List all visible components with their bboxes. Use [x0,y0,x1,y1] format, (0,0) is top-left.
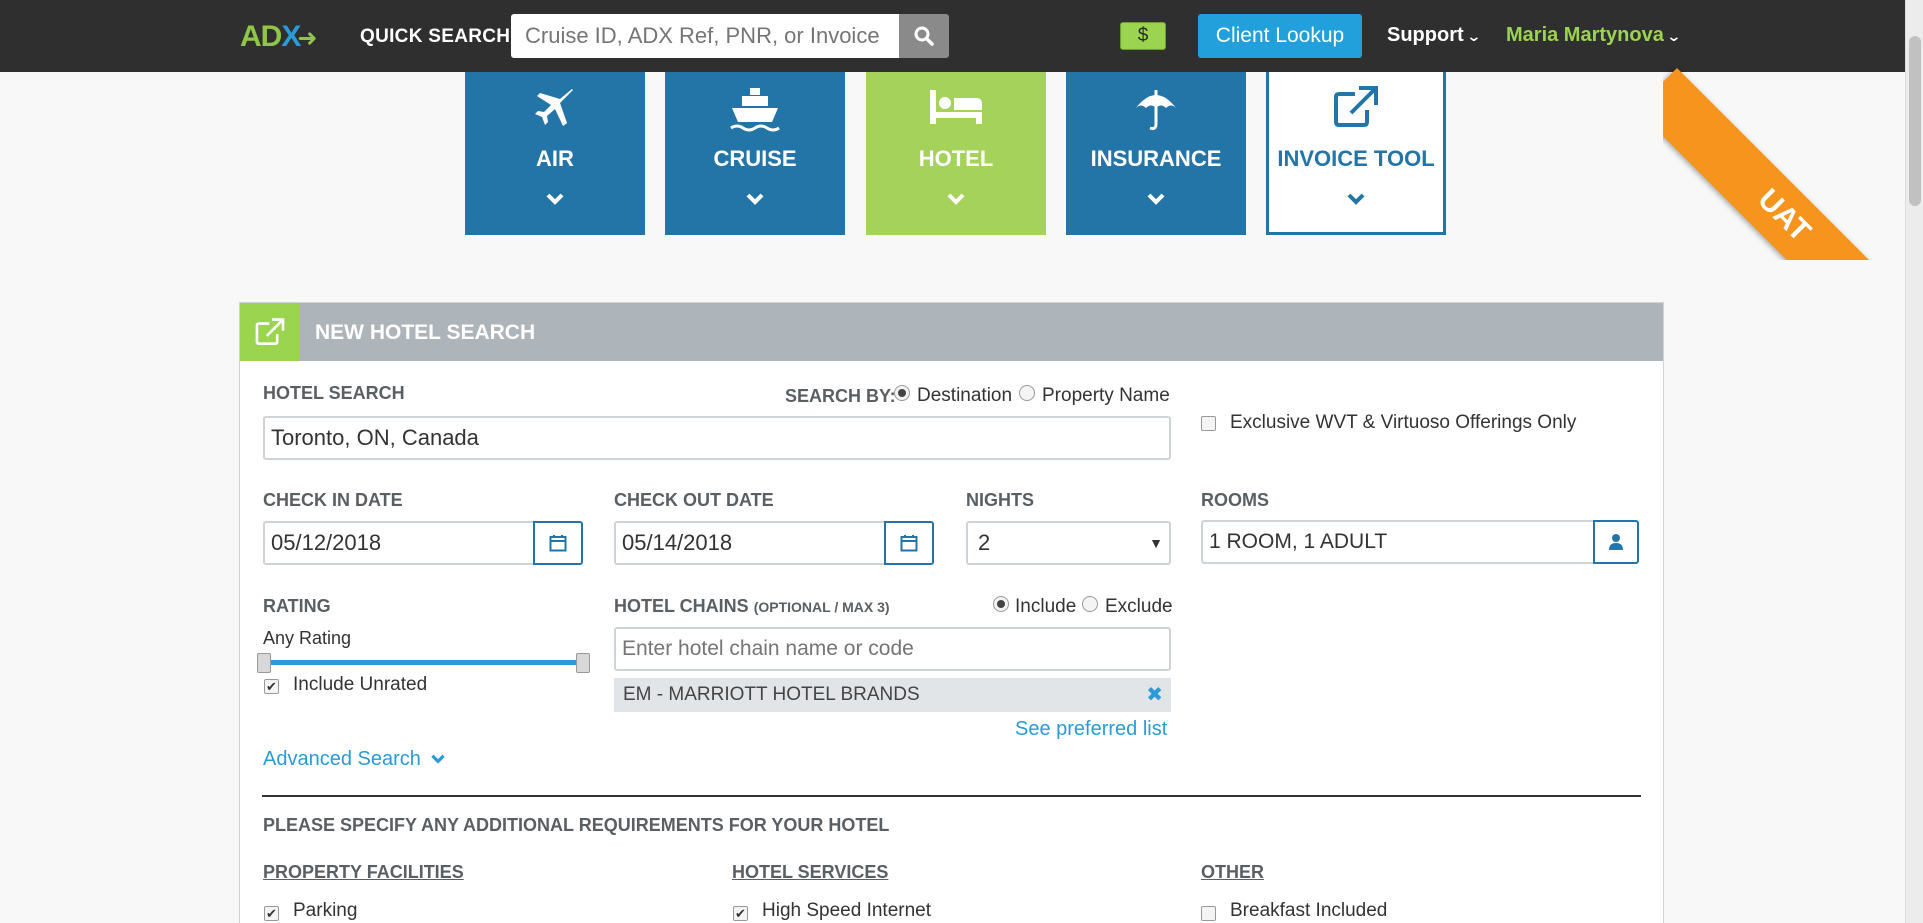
external-link-icon [1334,86,1378,127]
panel-icon-box [240,303,299,361]
hotel-chain-input[interactable] [614,627,1171,671]
rating-slider-track[interactable] [264,660,582,665]
search-by-property-radio[interactable] [1019,385,1035,401]
rating-slider-max-handle[interactable] [576,653,590,673]
chevron-down-icon [431,754,446,764]
uat-ribbon-label: UAT [1663,68,1923,260]
exclusive-offerings-label[interactable]: Exclusive WVT & Virtuoso Offerings Only [1230,412,1576,434]
chains-include-radio[interactable] [993,596,1009,612]
product-label: INSURANCE [1090,146,1222,171]
product-label: AIR [536,146,574,171]
check-out-input[interactable]: 05/14/2018 [614,521,886,565]
other-heading: OTHER [1201,862,1264,882]
include-unrated-checkbox[interactable]: ✔ [264,679,279,694]
product-tile-hotel[interactable]: HOTEL [866,72,1046,235]
product-tile-cruise[interactable]: CRUISE [665,72,845,235]
chevron-down-icon: ⌄ [1666,28,1682,44]
high-speed-internet-checkbox[interactable]: ✔ [733,906,748,921]
chevron-down-icon [546,193,564,205]
hotel-chains-label: HOTEL CHAINS (OPTIONAL / MAX 3) [614,596,890,617]
search-by-destination-label[interactable]: Destination [917,385,1012,407]
quick-search-button[interactable] [899,14,949,58]
check-in-input[interactable]: 05/12/2018 [263,521,535,565]
rating-slider-min-handle[interactable] [257,653,271,673]
parking-label[interactable]: Parking [293,900,357,922]
rating-value: Any Rating [263,628,352,648]
user-name: Maria Martynova [1506,24,1664,46]
hotel-chains-note: (OPTIONAL / MAX 3) [753,599,890,615]
chains-include-label[interactable]: Include [1015,596,1076,618]
client-lookup-button[interactable]: Client Lookup [1198,14,1362,58]
rooms-label: ROOMS [1201,490,1270,510]
check-in-label: CHECK IN DATE [263,490,403,510]
umbrella-icon [1136,90,1176,130]
search-by-property-label[interactable]: Property Name [1042,385,1170,407]
chains-exclude-radio[interactable] [1082,596,1098,612]
product-label: CRUISE [713,146,797,171]
nights-value: 2 [978,530,991,555]
breakfast-included-label[interactable]: Breakfast Included [1230,900,1387,922]
plane-icon [535,89,573,126]
chevron-down-icon [1147,193,1165,205]
hotel-search-label: HOTEL SEARCH [263,383,405,403]
check-out-calendar-button[interactable] [884,521,934,565]
adx-logo[interactable]: ADX➜ [240,20,317,54]
chevron-down-icon [1347,193,1365,205]
rating-label: RATING [263,596,331,616]
user-menu[interactable]: Maria Martynova ⌄ [1506,24,1682,47]
advanced-search-link[interactable]: Advanced Search [263,748,446,771]
product-label: HOTEL [918,146,994,171]
search-by-label: SEARCH BY: [785,386,896,406]
advanced-search-label: Advanced Search [263,748,421,770]
product-tile-insurance[interactable]: INSURANCE [1066,72,1246,235]
hotel-services-heading: HOTEL SERVICES [732,862,889,882]
product-label: INVOICE TOOL [1277,146,1435,171]
property-facilities-heading: PROPERTY FACILITIES [263,862,464,882]
chevron-down-icon [947,193,965,205]
quick-search-input[interactable] [511,14,899,58]
search-by-destination-radio[interactable] [894,385,910,401]
product-tile-invoice-tool[interactable]: INVOICE TOOL [1266,72,1446,235]
rooms-input[interactable]: 1 ROOM, 1 ADULT [1201,520,1596,564]
currency-badge[interactable]: $ [1120,22,1166,50]
selected-chain-label: EM - MARRIOTT HOTEL BRANDS [623,684,920,705]
dropdown-arrow-icon: ▼ [1149,535,1163,551]
breakfast-included-checkbox[interactable] [1201,906,1216,921]
panel-title: NEW HOTEL SEARCH [315,321,536,344]
scrollbar-thumb[interactable] [1909,36,1921,206]
person-icon [1609,534,1623,550]
include-unrated-label[interactable]: Include Unrated [293,674,427,696]
search-icon [914,26,934,46]
remove-chain-icon[interactable]: ✖ [1146,678,1163,712]
calendar-icon [900,535,918,552]
top-navigation-bar: ADX➜ QUICK SEARCH $ Client Lookup Suppor… [0,0,1923,72]
high-speed-internet-label[interactable]: High Speed Internet [762,900,931,922]
chevron-down-icon [746,193,764,205]
check-in-calendar-button[interactable] [533,521,583,565]
exclusive-offerings-checkbox[interactable] [1201,416,1216,431]
support-menu[interactable]: Support ⌄ [1387,24,1482,47]
external-link-icon [255,318,284,346]
chains-exclude-label[interactable]: Exclude [1105,596,1173,618]
nights-label: NIGHTS [966,490,1035,510]
check-out-label: CHECK OUT DATE [614,490,774,510]
hotel-chains-title: HOTEL CHAINS [614,596,749,616]
see-preferred-list-link[interactable]: See preferred list [1015,718,1167,741]
calendar-icon [549,535,567,552]
selected-chain-chip: EM - MARRIOTT HOTEL BRANDS ✖ [614,678,1171,712]
hotel-search-input[interactable]: Toronto, ON, Canada [263,416,1171,460]
bed-icon [930,90,982,124]
support-label: Support [1387,24,1464,46]
parking-checkbox[interactable]: ✔ [264,906,279,921]
panel-header: NEW HOTEL SEARCH [240,303,1663,361]
chevron-down-icon: ⌄ [1465,28,1482,44]
section-divider [262,795,1641,797]
ship-icon [730,88,780,132]
page-scrollbar[interactable] [1905,0,1923,923]
additional-requirements-heading: PLEASE SPECIFY ANY ADDITIONAL REQUIREMEN… [263,815,890,835]
product-tile-air[interactable]: AIR [465,72,645,235]
rooms-guests-button[interactable] [1593,520,1639,564]
quick-search-label: QUICK SEARCH [360,26,511,47]
nights-select[interactable]: 2 ▼ [966,521,1171,565]
